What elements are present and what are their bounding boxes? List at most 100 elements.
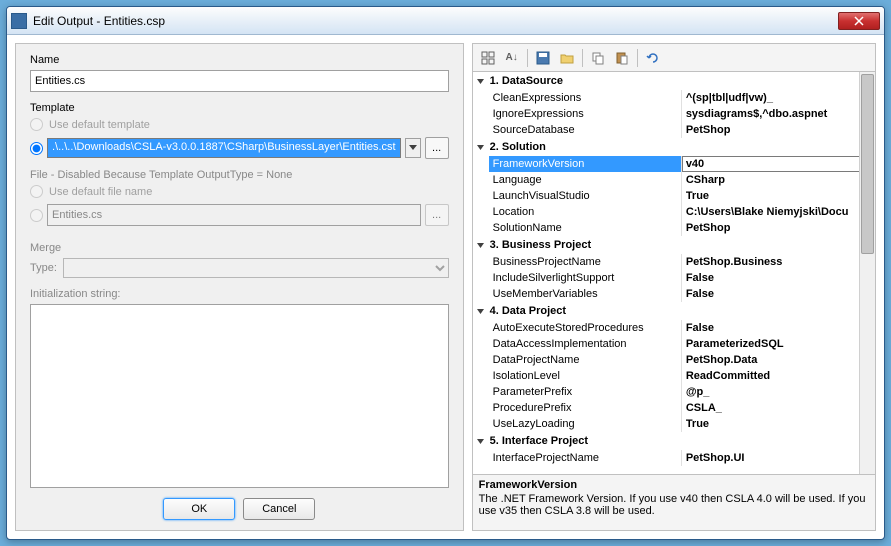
category-dataproject[interactable]: 4. Data Project bbox=[473, 302, 875, 320]
prop-parameterprefix[interactable]: ParameterPrefix bbox=[489, 384, 682, 400]
init-label: Initialization string: bbox=[30, 288, 449, 300]
description-text: The .NET Framework Version. If you use v… bbox=[479, 493, 869, 517]
prop-includesilverlight-value[interactable]: False bbox=[682, 270, 875, 286]
type-select bbox=[63, 258, 449, 278]
name-input[interactable] bbox=[30, 70, 449, 92]
prop-location-value[interactable]: C:\Users\Blake Niemyjski\Docu bbox=[682, 204, 875, 220]
prop-solutionname-value[interactable]: PetShop bbox=[682, 220, 875, 236]
use-default-template-radio bbox=[30, 118, 43, 131]
copy-icon bbox=[591, 51, 605, 65]
init-textarea bbox=[30, 304, 449, 488]
template-browse-button[interactable]: ... bbox=[425, 137, 449, 159]
window-title: Edit Output - Entities.csp bbox=[33, 14, 838, 28]
scrollbar-thumb[interactable] bbox=[861, 74, 874, 254]
prop-frameworkversion-value[interactable]: v40 bbox=[682, 156, 875, 172]
open-button[interactable] bbox=[556, 47, 578, 69]
prop-ignoreexpressions[interactable]: IgnoreExpressions bbox=[489, 106, 682, 122]
prop-dataprojectname-value[interactable]: PetShop.Data bbox=[682, 352, 875, 368]
file-path-radio bbox=[30, 209, 43, 222]
cancel-button[interactable]: Cancel bbox=[243, 498, 315, 520]
prop-location[interactable]: Location bbox=[489, 204, 682, 220]
ok-button[interactable]: OK bbox=[163, 498, 235, 520]
prop-businessprojectname-value[interactable]: PetShop.Business bbox=[682, 254, 875, 270]
category-businessproject[interactable]: 3. Business Project bbox=[473, 236, 875, 254]
close-button[interactable] bbox=[838, 12, 880, 30]
prop-cleanexpressions[interactable]: CleanExpressions bbox=[489, 90, 682, 106]
file-path-row: ... bbox=[30, 204, 449, 226]
ellipsis-icon: ... bbox=[432, 209, 441, 221]
category-datasource[interactable]: 1. DataSource bbox=[473, 72, 875, 90]
app-icon bbox=[11, 13, 27, 29]
prop-launchvisualstudio[interactable]: LaunchVisualStudio bbox=[489, 188, 682, 204]
prop-dataprojectname[interactable]: DataProjectName bbox=[489, 352, 682, 368]
prop-cleanexpressions-value[interactable]: ^(sp|tbl|udf|vw)_ bbox=[682, 90, 875, 106]
template-path-row: .\..\..\Downloads\CSLA-v3.0.0.1887\CShar… bbox=[30, 137, 449, 159]
template-label: Template bbox=[30, 102, 449, 114]
prop-usemembervariables[interactable]: UseMemberVariables bbox=[489, 286, 682, 302]
description-panel: FrameworkVersion The .NET Framework Vers… bbox=[473, 474, 875, 530]
file-section-label: File - Disabled Because Template OutputT… bbox=[30, 169, 449, 181]
prop-sourcedatabase-value[interactable]: PetShop bbox=[682, 122, 875, 138]
type-row: Type: bbox=[30, 258, 449, 278]
prop-interfaceprojectname-value[interactable]: PetShop.UI bbox=[682, 450, 875, 466]
prop-frameworkversion[interactable]: FrameworkVersion bbox=[489, 156, 682, 172]
collapse-icon[interactable] bbox=[475, 436, 486, 447]
prop-sourcedatabase[interactable]: SourceDatabase bbox=[489, 122, 682, 138]
prop-autoexecsp[interactable]: AutoExecuteStoredProcedures bbox=[489, 320, 682, 336]
folder-open-icon bbox=[560, 51, 574, 65]
sort-az-icon: A↓ bbox=[506, 52, 518, 63]
prop-parameterprefix-value[interactable]: @p_ bbox=[682, 384, 875, 400]
prop-autoexecsp-value[interactable]: False bbox=[682, 320, 875, 336]
button-row: OK Cancel bbox=[30, 498, 449, 520]
file-browse-button: ... bbox=[425, 204, 449, 226]
category-interfaceproject[interactable]: 5. Interface Project bbox=[473, 432, 875, 450]
use-default-file-label: Use default file name bbox=[49, 186, 152, 198]
content-area: Name Template Use default template .\..\… bbox=[7, 35, 884, 539]
property-grid[interactable]: 1. DataSource CleanExpressions^(sp|tbl|u… bbox=[473, 72, 875, 474]
prop-solutionname[interactable]: SolutionName bbox=[489, 220, 682, 236]
prop-interfaceprojectname[interactable]: InterfaceProjectName bbox=[489, 450, 682, 466]
save-button[interactable] bbox=[532, 47, 554, 69]
prop-includesilverlight[interactable]: IncludeSilverlightSupport bbox=[489, 270, 682, 286]
undo-button[interactable] bbox=[642, 47, 664, 69]
right-panel: A↓ 1. DataSource CleanExpressions^(sp|tb… bbox=[472, 43, 876, 531]
prop-ignoreexpressions-value[interactable]: sysdiagrams$,^dbo.aspnet bbox=[682, 106, 875, 122]
prop-language-value[interactable]: CSharp bbox=[682, 172, 875, 188]
prop-procedureprefix-value[interactable]: CSLA_ bbox=[682, 400, 875, 416]
categorized-button[interactable] bbox=[477, 47, 499, 69]
alphabetical-button[interactable]: A↓ bbox=[501, 47, 523, 69]
dialog-window: Edit Output - Entities.csp Name Template… bbox=[6, 6, 885, 540]
prop-businessprojectname[interactable]: BusinessProjectName bbox=[489, 254, 682, 270]
copy-button[interactable] bbox=[587, 47, 609, 69]
prop-usemembervariables-value[interactable]: False bbox=[682, 286, 875, 302]
collapse-icon[interactable] bbox=[475, 142, 486, 153]
prop-isolationlevel[interactable]: IsolationLevel bbox=[489, 368, 682, 384]
use-default-file-radio bbox=[30, 185, 43, 198]
collapse-icon[interactable] bbox=[475, 240, 486, 251]
template-path-radio[interactable] bbox=[30, 142, 43, 155]
prop-isolationlevel-value[interactable]: ReadCommitted bbox=[682, 368, 875, 384]
prop-dataaccessimpl[interactable]: DataAccessImplementation bbox=[489, 336, 682, 352]
prop-launchvisualstudio-value[interactable]: True bbox=[682, 188, 875, 204]
collapse-icon[interactable] bbox=[475, 76, 486, 87]
category-solution[interactable]: 2. Solution bbox=[473, 138, 875, 156]
template-dropdown[interactable] bbox=[405, 138, 421, 158]
use-default-template-row: Use default template bbox=[30, 118, 449, 131]
collapse-icon[interactable] bbox=[475, 306, 486, 317]
undo-icon bbox=[646, 51, 660, 65]
paste-button[interactable] bbox=[611, 47, 633, 69]
toolbar-separator bbox=[527, 49, 528, 67]
toolbar-separator bbox=[637, 49, 638, 67]
prop-uselazyloading[interactable]: UseLazyLoading bbox=[489, 416, 682, 432]
prop-dataaccessimpl-value[interactable]: ParameterizedSQL bbox=[682, 336, 875, 352]
use-default-template-label: Use default template bbox=[49, 119, 150, 131]
prop-language[interactable]: Language bbox=[489, 172, 682, 188]
categorized-icon bbox=[481, 51, 495, 65]
toolbar-separator bbox=[582, 49, 583, 67]
titlebar: Edit Output - Entities.csp bbox=[7, 7, 884, 35]
scrollbar[interactable] bbox=[859, 72, 875, 474]
prop-uselazyloading-value[interactable]: True bbox=[682, 416, 875, 432]
template-path-input[interactable]: .\..\..\Downloads\CSLA-v3.0.0.1887\CShar… bbox=[47, 138, 401, 158]
description-title: FrameworkVersion bbox=[479, 479, 869, 491]
prop-procedureprefix[interactable]: ProcedurePrefix bbox=[489, 400, 682, 416]
